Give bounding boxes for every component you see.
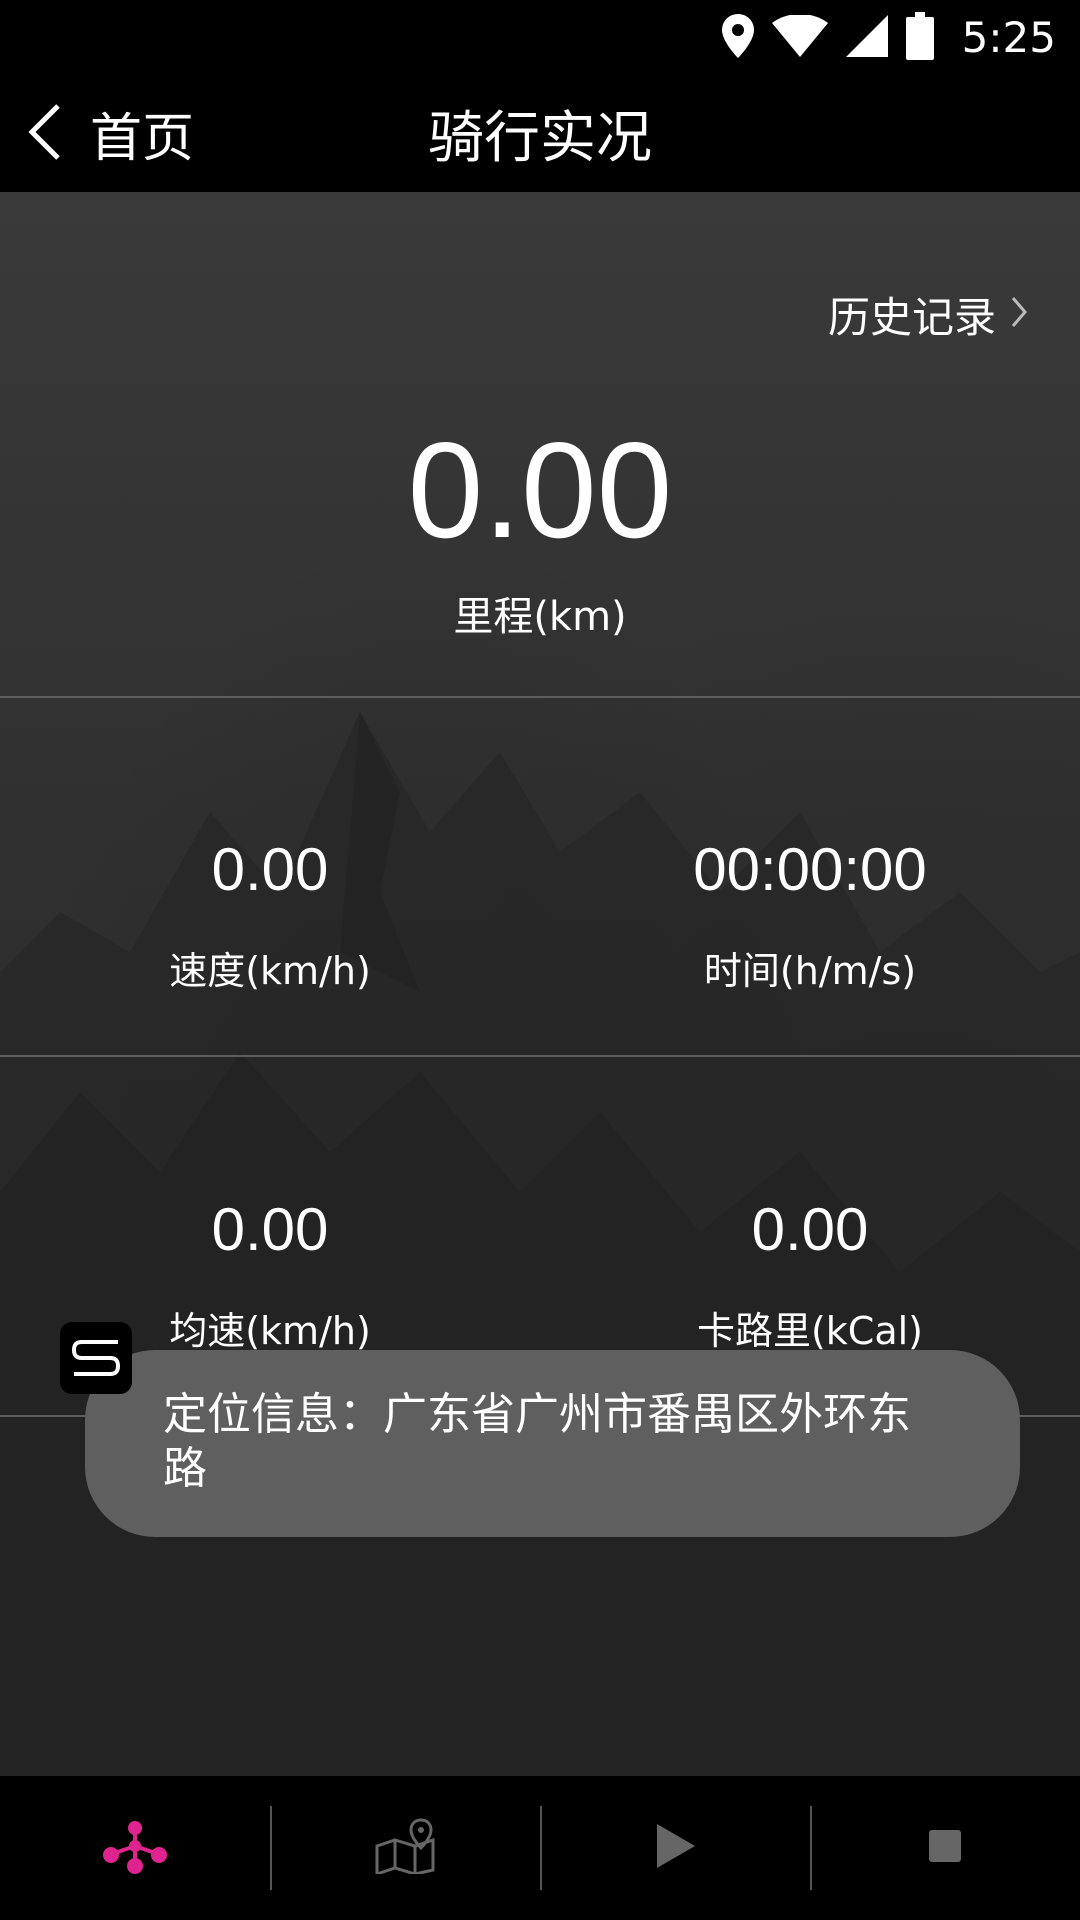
time-label: 时间(h/m/s)	[703, 949, 917, 993]
nav-map[interactable]	[270, 1776, 540, 1920]
nav-separator	[270, 1806, 272, 1890]
chevron-left-icon	[24, 102, 64, 166]
calories-stat: 0.00 卡路里(kCal)	[540, 1200, 1080, 1355]
distance-value: 0.00	[407, 414, 673, 566]
play-icon	[653, 1822, 697, 1874]
calories-value: 0.00	[751, 1196, 869, 1263]
network-icon	[102, 1818, 168, 1878]
chevron-right-icon	[1010, 290, 1028, 339]
back-label: 首页	[90, 109, 195, 169]
bottom-nav	[0, 1776, 1080, 1920]
nav-network[interactable]	[0, 1776, 270, 1920]
divider	[0, 1055, 1080, 1057]
speed-value: 0.00	[211, 836, 329, 903]
divider	[0, 696, 1080, 698]
distance-label: 里程(km)	[453, 594, 627, 640]
stop-icon	[927, 1828, 963, 1868]
avg-speed-value: 0.00	[211, 1196, 329, 1263]
speed-label: 速度(km/h)	[169, 949, 371, 993]
status-bar: 5:25	[0, 0, 1080, 75]
time-value: 00:00:00	[693, 836, 927, 903]
cell-signal-icon	[845, 14, 888, 61]
history-link[interactable]: 历史记录	[828, 284, 1028, 345]
ride-dashboard: 历史记录 0.00 里程(km) 0.00 速度(km/h) 00:00:00 …	[0, 192, 1080, 1776]
app-bar: 首页 骑行实况	[0, 75, 1080, 192]
time-stat: 00:00:00 时间(h/m/s)	[540, 840, 1080, 995]
app-badge-icon	[60, 1322, 132, 1394]
nav-separator	[540, 1806, 542, 1890]
battery-icon	[905, 11, 934, 64]
nav-play[interactable]	[540, 1776, 810, 1920]
toast-message: 定位信息：广东省广州市番禺区外环东路	[163, 1389, 911, 1494]
map-location-icon	[373, 1818, 437, 1878]
calories-label: 卡路里(kCal)	[696, 1309, 924, 1353]
speed-stat: 0.00 速度(km/h)	[0, 840, 540, 995]
distance-stat: 0.00 里程(km)	[0, 422, 1080, 642]
status-icons: 5:25	[721, 0, 1056, 75]
wifi-icon	[771, 13, 828, 61]
nav-stop[interactable]	[810, 1776, 1080, 1920]
back-button[interactable]: 首页	[24, 75, 194, 192]
history-label: 历史记录	[827, 293, 996, 342]
location-toast: 定位信息：广东省广州市番禺区外环东路	[85, 1350, 1020, 1537]
location-icon	[721, 13, 754, 62]
nav-separator	[810, 1806, 812, 1890]
status-time: 5:25	[961, 13, 1056, 62]
